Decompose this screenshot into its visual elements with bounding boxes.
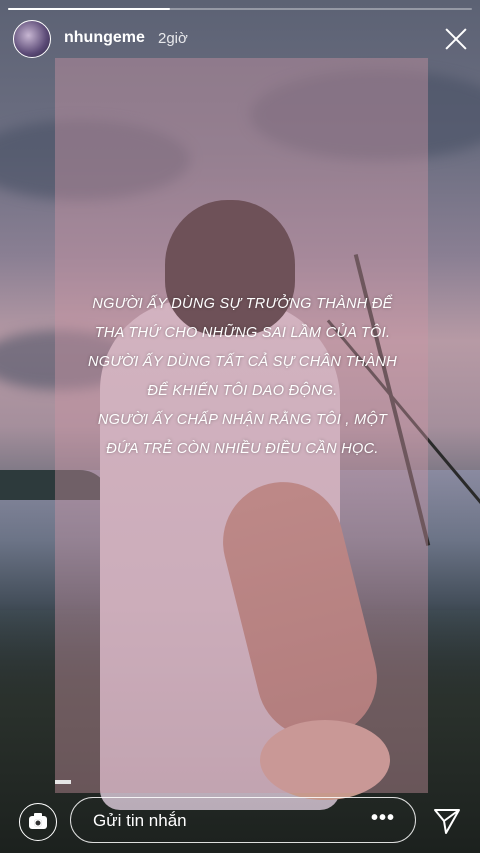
story-progress-bar — [8, 8, 472, 10]
close-icon[interactable] — [442, 25, 470, 53]
caption-line: NGƯỜI ẤY DÙNG SỰ TRƯỞNG THÀNH ĐỂ — [92, 296, 393, 312]
avatar[interactable] — [13, 20, 51, 58]
text-marker — [55, 780, 71, 784]
username[interactable]: nhungeme — [64, 29, 145, 47]
story-view[interactable]: nhungeme 2giờ NGƯỜI ẤY DÙNG SỰ TRƯỞNG TH… — [0, 0, 480, 853]
caption-line: NGƯỜI ẤY CHẤP NHẬN RẰNG TÔI , MỘT — [97, 412, 388, 428]
caption-line: ĐỂ KHIẾN TÔI DAO ĐỘNG. — [147, 383, 338, 399]
send-icon[interactable] — [432, 806, 462, 836]
story-progress-fill — [8, 8, 171, 10]
camera-lens — [34, 818, 42, 827]
camera-button[interactable] — [19, 803, 57, 841]
more-icon[interactable]: ••• — [371, 807, 395, 830]
caption-line: THA THỨ CHO NHỮNG SAI LẦM CỦA TÔI. — [94, 325, 391, 341]
caption-line: ĐỨA TRẺ CÒN NHIỀU ĐIỀU CẦN HỌC. — [106, 441, 379, 457]
camera-icon — [29, 813, 47, 829]
caption-line: NGƯỜI ẤY DÙNG TẤT CẢ SỰ CHÂN THÀNH — [88, 354, 397, 370]
message-input[interactable]: Gửi tin nhắn ••• — [70, 797, 416, 843]
message-placeholder: Gửi tin nhắn — [93, 811, 187, 830]
post-time: 2giờ — [158, 30, 188, 47]
story-caption: NGƯỜI ẤY DÙNG SỰ TRƯỞNG THÀNH ĐỂ THA THỨ… — [70, 290, 415, 464]
